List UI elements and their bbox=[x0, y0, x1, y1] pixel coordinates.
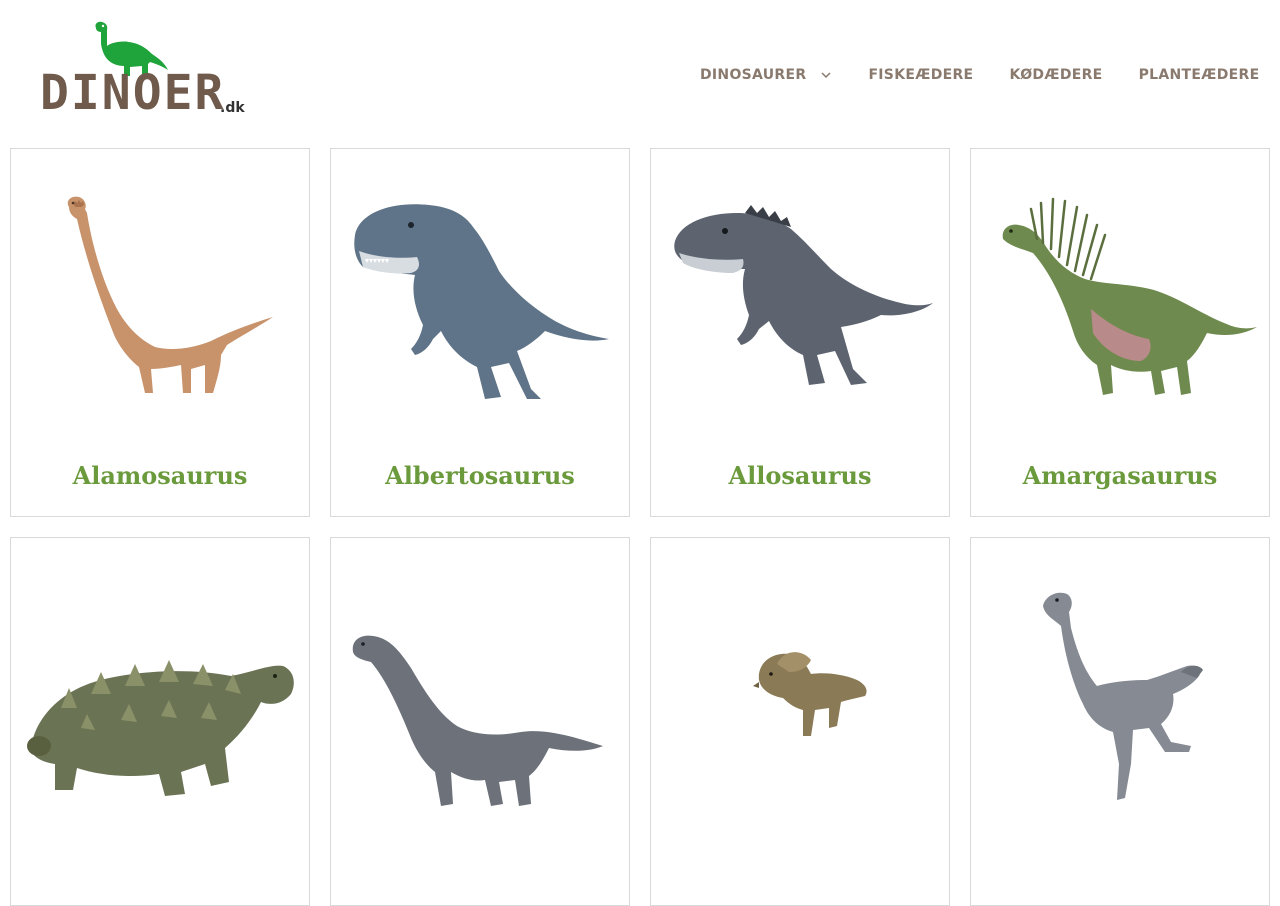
card-title[interactable]: Allosaurus bbox=[651, 461, 949, 490]
logo-domain-suffix: .dk bbox=[220, 100, 245, 116]
dinosaur-card-apatosaurus[interactable] bbox=[330, 537, 630, 906]
dinosaur-card-protoceratops[interactable] bbox=[650, 537, 950, 906]
dinosaur-card-allosaurus[interactable]: Allosaurus bbox=[650, 148, 950, 517]
card-title[interactable]: Amargasaurus bbox=[971, 461, 1269, 490]
protoceratops-image[interactable] bbox=[661, 568, 939, 808]
nav-item-fiskeaedere[interactable]: FISKEÆDERE bbox=[868, 67, 973, 83]
ankylosaurus-image[interactable] bbox=[21, 568, 299, 808]
nav-item-koedaedere[interactable]: KØDÆDERE bbox=[1009, 67, 1102, 83]
logo-text: DINOER bbox=[40, 65, 226, 121]
amargasaurus-image[interactable] bbox=[981, 179, 1259, 419]
albertosaurus-image[interactable] bbox=[341, 179, 619, 419]
dinosaur-card-amargasaurus[interactable]: Amargasaurus bbox=[970, 148, 1270, 517]
nav-item-label: KØDÆDERE bbox=[1009, 67, 1103, 83]
dinosaur-card-ankylosaurus[interactable] bbox=[10, 537, 310, 906]
alamosaurus-image[interactable] bbox=[21, 179, 299, 419]
site-logo[interactable]: DINOER .dk bbox=[40, 20, 250, 120]
allosaurus-image[interactable] bbox=[661, 179, 939, 419]
dinosaur-card-alamosaurus[interactable]: Alamosaurus bbox=[10, 148, 310, 517]
dinosaur-card-albertosaurus[interactable]: Albertosaurus bbox=[330, 148, 630, 517]
nav-item-dinosaurer[interactable]: DINOSAURER bbox=[700, 67, 832, 83]
nav-item-planteaedere[interactable]: PLANTEÆDERE bbox=[1139, 67, 1260, 83]
nav-item-label: FISKEÆDERE bbox=[868, 67, 974, 83]
card-title[interactable]: Albertosaurus bbox=[331, 461, 629, 490]
dinosaur-card-gallimimus[interactable] bbox=[970, 537, 1270, 906]
chevron-down-icon[interactable] bbox=[820, 69, 832, 81]
card-title[interactable]: Alamosaurus bbox=[11, 461, 309, 490]
nav-item-label: PLANTEÆDERE bbox=[1138, 67, 1260, 83]
apatosaurus-image[interactable] bbox=[341, 568, 619, 808]
main-navigation: DINOSAURER FISKEÆDERE KØDÆDERE PLANTEÆDE… bbox=[700, 62, 1259, 88]
nav-item-label: DINOSAURER bbox=[700, 67, 807, 83]
site-header: DINOER .dk DINOSAURER FISKEÆDERE KØDÆDER… bbox=[0, 0, 1280, 148]
dinosaur-grid: Alamosaurus Albertosaurus Allosaurus Ama… bbox=[10, 148, 1270, 906]
gallimimus-image[interactable] bbox=[981, 568, 1259, 808]
